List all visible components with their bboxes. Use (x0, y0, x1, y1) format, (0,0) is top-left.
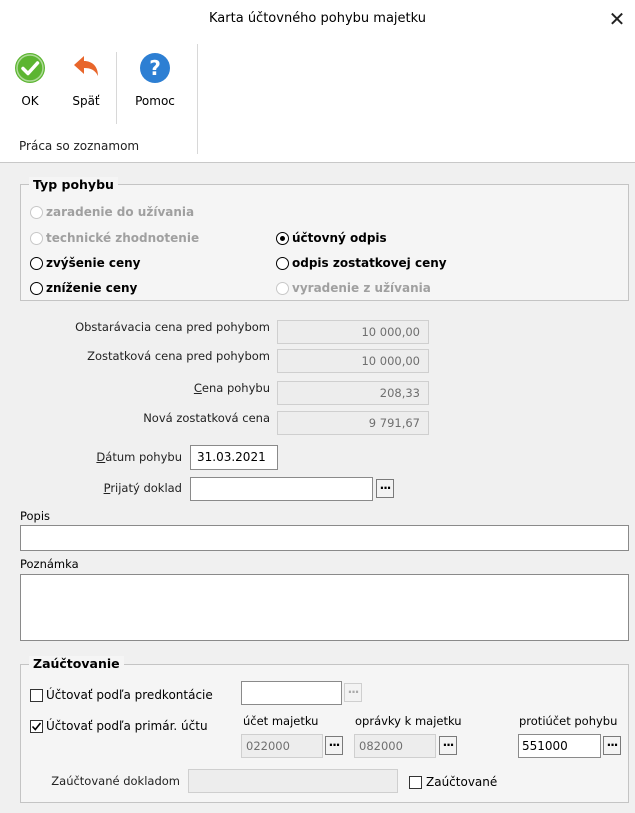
ellipsis-icon[interactable]: ··· (439, 736, 457, 755)
back-arrow-icon (74, 56, 98, 76)
ellipsis-icon[interactable]: ··· (376, 479, 394, 498)
radio-circle (276, 281, 289, 295)
help-label: Pomoc (135, 94, 175, 108)
posting-group-title: Zaúčtovanie (29, 656, 124, 671)
radio-label: odpis zostatkovej ceny (292, 256, 447, 270)
posted-checkbox[interactable]: Zaúčtované (409, 775, 497, 789)
acq-price-label: Obstarávacia cena pred pohybom (75, 320, 270, 334)
checkbox-box (409, 775, 422, 789)
group-separator (197, 44, 198, 154)
document-label: Prijatý doklad (103, 481, 182, 495)
ellipsis-icon[interactable]: ··· (325, 736, 343, 755)
radio-odpis-zostatkovej[interactable]: odpis zostatkovej ceny (276, 254, 447, 272)
move-price-field[interactable]: 208,33 (277, 381, 429, 405)
protiucet-field[interactable]: 551000 (518, 734, 601, 758)
checkmark-icon (31, 722, 42, 731)
radio-circle (30, 281, 43, 295)
radio-vyradenie[interactable]: vyradenie z užívania (276, 279, 431, 297)
radio-label: technické zhodnotenie (46, 231, 200, 245)
ucet-majetku-field: 022000 (241, 734, 323, 758)
radio-technicke[interactable]: technické zhodnotenie (30, 229, 199, 247)
radio-circle (276, 256, 289, 270)
predkontacia-field (241, 681, 342, 705)
checkbox-box-checked (30, 719, 43, 733)
window-title: Karta účtovného pohybu majetku (209, 11, 426, 26)
date-label: Dátum pohybu (96, 450, 182, 464)
radio-circle (30, 231, 43, 245)
close-icon[interactable]: ✕ (604, 6, 630, 32)
ribbon: OK Späť ? Pomoc Práca so zoznamom (0, 38, 635, 163)
title-bar: Karta účtovného pohybu majetku ✕ (0, 0, 635, 38)
ok-label: OK (21, 94, 39, 108)
radio-label: zníženie ceny (46, 281, 138, 295)
ellipsis-icon: ··· (344, 683, 362, 702)
radio-uctovny-odpis[interactable]: účtovný odpis (276, 229, 387, 247)
posted-doc-field (188, 769, 398, 793)
back-label: Späť (72, 94, 100, 108)
radio-label: zaradenie do užívania (46, 205, 195, 219)
radio-label: vyradenie z užívania (292, 281, 431, 295)
date-field[interactable]: 31.03.2021 (190, 445, 278, 470)
new-price-label: Nová zostatková cena (143, 411, 270, 425)
help-button[interactable]: ? Pomoc (128, 52, 182, 108)
radio-zaradenie[interactable]: zaradenie do užívania (30, 203, 194, 221)
opravky-label: oprávky k majetku (355, 714, 462, 728)
type-group-title: Typ pohybu (29, 177, 118, 192)
radio-circle-selected (276, 231, 289, 245)
group-label: Práca so zoznamom (19, 139, 140, 153)
predkontacia-label: Účtovať podľa predkontácie (46, 688, 213, 702)
ellipsis-icon[interactable]: ··· (603, 736, 621, 755)
acq-price-field: 10 000,00 (277, 320, 429, 344)
form-content: Typ pohybu zaradenie do užívania technic… (0, 163, 635, 813)
svg-text:?: ? (149, 56, 161, 80)
poznamka-field[interactable] (20, 574, 629, 641)
posted-label: Zaúčtované (426, 775, 498, 789)
residual-price-field: 10 000,00 (277, 349, 429, 373)
radio-circle (30, 256, 43, 270)
question-icon: ? (140, 53, 170, 83)
new-price-field: 9 791,67 (277, 411, 429, 435)
radio-label: zvýšenie ceny (46, 256, 141, 270)
document-field[interactable] (190, 477, 373, 501)
move-price-label: Cena pohybu (193, 381, 270, 395)
predkontacia-checkbox[interactable]: Účtovať podľa predkontácie (30, 688, 213, 702)
primar-label: Účtovať podľa primár. účtu (46, 719, 208, 733)
radio-znizenie[interactable]: zníženie ceny (30, 279, 137, 297)
radio-circle (30, 205, 43, 219)
posted-doc-label: Zaúčtované dokladom (51, 774, 180, 788)
ok-button[interactable]: OK (10, 52, 50, 108)
check-icon (15, 53, 45, 83)
popis-field[interactable] (20, 525, 629, 551)
primar-checkbox[interactable]: Účtovať podľa primár. účtu (30, 719, 208, 733)
residual-price-label: Zostatková cena pred pohybom (87, 349, 270, 363)
radio-zvysenie[interactable]: zvýšenie ceny (30, 254, 141, 272)
opravky-field: 082000 (354, 734, 436, 758)
protiucet-label: protiúčet pohybu (519, 714, 618, 728)
checkbox-box (30, 688, 43, 702)
ucet-majetku-label: účet majetku (243, 714, 319, 728)
poznamka-label: Poznámka (20, 557, 79, 571)
popis-label: Popis (20, 509, 51, 523)
back-button[interactable]: Späť (64, 52, 108, 108)
radio-label: účtovný odpis (292, 231, 387, 245)
ribbon-separator (116, 52, 117, 124)
